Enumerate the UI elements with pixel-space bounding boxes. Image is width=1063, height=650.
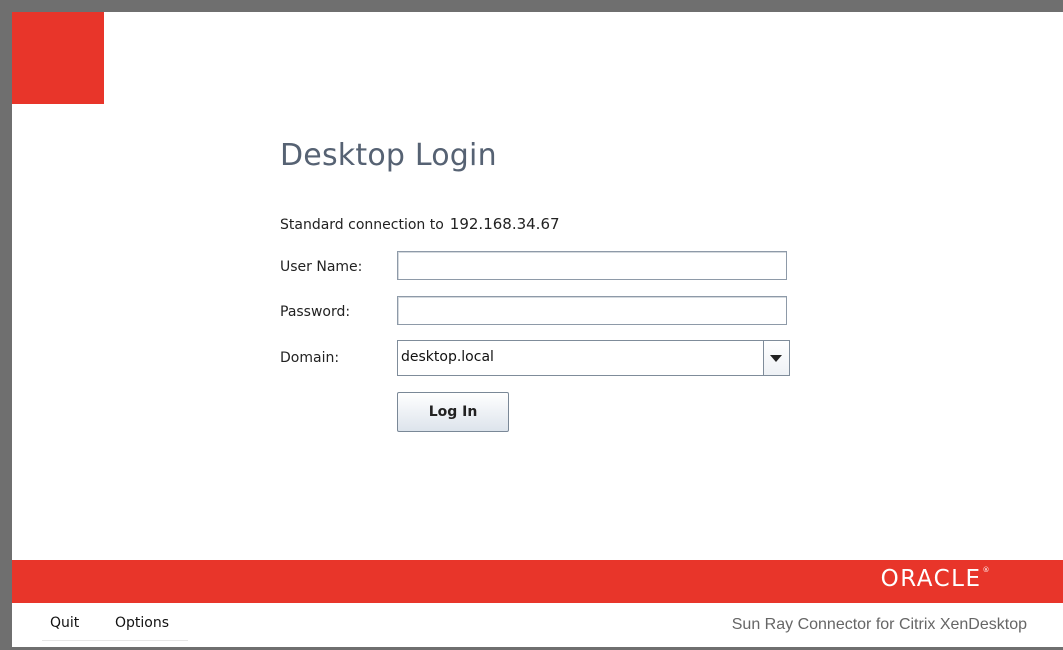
connection-info: Standard connection to 192.168.34.67 [280, 215, 560, 233]
footer-bar: Quit Options Sun Ray Connector for Citri… [12, 603, 1063, 647]
domain-dropdown-button[interactable] [763, 341, 789, 375]
menu-divider [42, 640, 188, 641]
server-ip: 192.168.34.67 [449, 215, 560, 233]
connection-prefix: Standard connection to [280, 217, 444, 233]
oracle-logo-text: ORACLE [880, 566, 982, 592]
brand-square [12, 12, 104, 104]
options-menu[interactable]: Options [115, 615, 169, 631]
quit-menu[interactable]: Quit [50, 615, 79, 631]
password-input[interactable] [397, 296, 787, 325]
page-title: Desktop Login [280, 138, 497, 173]
screen-frame: Desktop Login Standard connection to 192.… [0, 0, 1063, 650]
domain-value: desktop.local [401, 349, 494, 365]
login-button[interactable]: Log In [397, 392, 509, 432]
username-label: User Name: [280, 259, 363, 275]
trademark-symbol: ® [982, 566, 991, 574]
domain-select[interactable]: desktop.local [397, 340, 790, 376]
chevron-down-icon [770, 355, 782, 362]
product-name: Sun Ray Connector for Citrix XenDesktop [731, 616, 1027, 633]
username-input[interactable] [397, 251, 787, 280]
oracle-logo: ORACLE® [881, 566, 991, 592]
password-label: Password: [280, 304, 351, 320]
brand-bar: ORACLE® [12, 560, 1063, 603]
domain-label: Domain: [280, 350, 340, 366]
login-window: Desktop Login Standard connection to 192.… [12, 12, 1063, 647]
